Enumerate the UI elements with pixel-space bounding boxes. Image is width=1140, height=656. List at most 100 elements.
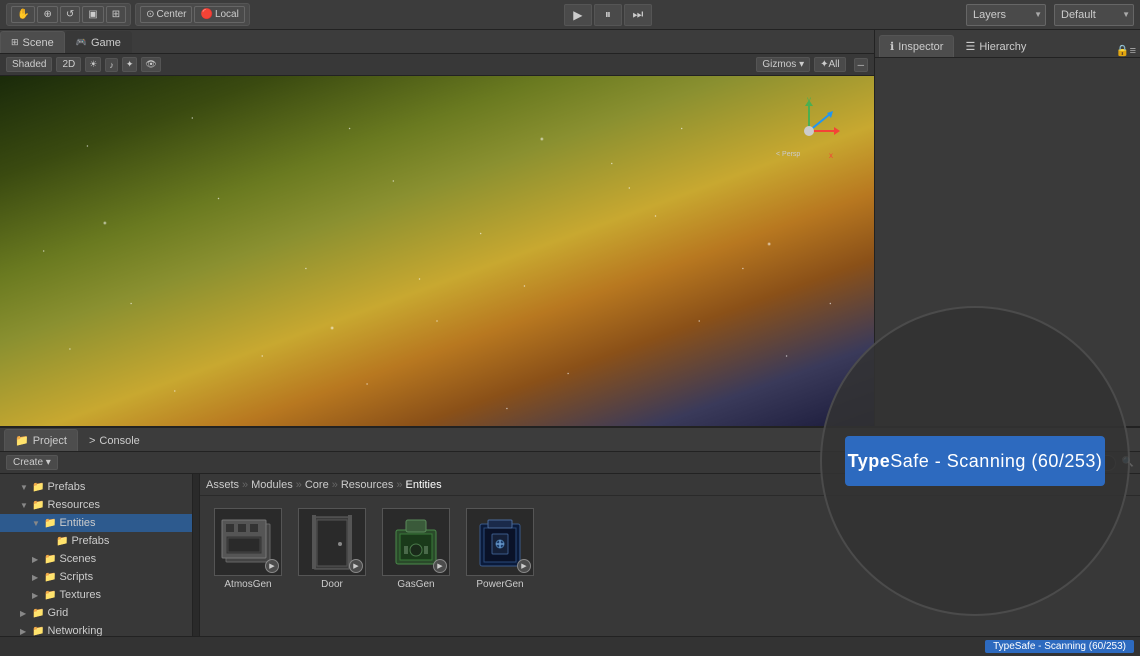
tree-item-prefabs[interactable]: ▼ 📁 Prefabs — [0, 478, 192, 496]
file-item-gasgen[interactable]: ▶ GasGen — [376, 504, 456, 599]
play-btn-door[interactable]: ▶ — [349, 559, 363, 573]
breadcrumb-assets[interactable]: Assets — [206, 479, 239, 491]
pivot-tools: ⊙ Center 🔴 Local — [135, 3, 250, 26]
file-label-door: Door — [321, 579, 343, 591]
inspector-icon: ℹ — [890, 40, 894, 53]
local-button[interactable]: 🔴 Local — [194, 6, 244, 23]
move-tool-button[interactable]: ⊕ — [37, 6, 57, 23]
play-controls: ▶ ⏸ ⏭ — [564, 4, 652, 26]
gizmos-button[interactable]: Gizmos ▾ — [756, 57, 810, 72]
panel-menu-button[interactable]: ≡ — [1130, 45, 1136, 57]
folder-icon-prefabs: 📁 — [32, 482, 44, 493]
tree-expand-scenes: ▶ — [32, 555, 44, 564]
project-tab-label: Project — [33, 435, 67, 447]
tree-expand-scripts: ▶ — [32, 573, 44, 582]
folder-icon-networking: 📁 — [32, 626, 44, 637]
game-tab[interactable]: 🎮 Game — [65, 31, 132, 53]
pause-button[interactable]: ⏸ — [594, 4, 622, 26]
hand-tool-button[interactable]: ✋ — [11, 6, 35, 23]
tree-expand-networking: ▶ — [20, 627, 32, 636]
right-tab-bar: ℹ Inspector ☰ Hierarchy 🔒 ≡ — [875, 30, 1140, 58]
folder-icon-scripts: 📁 — [44, 572, 56, 583]
tree-item-entities-prefabs[interactable]: 📁 Prefabs — [0, 532, 192, 550]
play-btn-gasgen[interactable]: ▶ — [433, 559, 447, 573]
folder-icon-entities-prefabs: 📁 — [56, 536, 68, 547]
scene-tab[interactable]: ⊞ Scene — [0, 31, 65, 53]
file-label-atmosgen: AtmosGen — [224, 579, 271, 591]
folder-icon-textures: 📁 — [44, 590, 56, 601]
folder-icon-entities: 📁 — [44, 518, 56, 529]
inspector-label: Inspector — [898, 41, 943, 53]
file-item-atmosgen[interactable]: ▶ AtmosGen — [208, 504, 288, 599]
shaded-button[interactable]: Shaded — [6, 57, 52, 72]
file-thumbnail-gasgen: ▶ — [382, 508, 450, 576]
breadcrumb-resources[interactable]: Resources — [341, 479, 394, 491]
breadcrumb-sep-2: » — [296, 479, 302, 491]
tree-scrollbar[interactable] — [193, 474, 199, 636]
tree-expand-entities: ▼ — [32, 519, 44, 528]
create-button[interactable]: Create ▾ — [6, 455, 58, 470]
inspector-tab[interactable]: ℹ Inspector — [879, 35, 954, 57]
breadcrumb-modules[interactable]: Modules — [251, 479, 293, 491]
tree-expand-grid: ▶ — [20, 609, 32, 618]
scene-tab-bar: ⊞ Scene 🎮 Game — [0, 30, 874, 54]
breadcrumb-core[interactable]: Core — [305, 479, 329, 491]
2d-button[interactable]: 2D — [56, 57, 81, 72]
scene-tab-label: Scene — [23, 37, 54, 49]
file-thumbnail-atmosgen: ▶ — [214, 508, 282, 576]
minimize-view-button[interactable]: ─ — [854, 58, 868, 72]
audio-button[interactable]: ♪ — [105, 58, 118, 72]
layers-dropdown[interactable]: Layers Everything Nothing — [966, 4, 1046, 26]
file-label-powergen: PowerGen — [476, 579, 523, 591]
folder-icon-grid: 📁 — [32, 608, 44, 619]
status-scanning-badge: TypeSafe - Scanning (60/253) — [985, 640, 1134, 653]
status-bar: TypeSafe - Scanning (60/253) — [0, 636, 1140, 656]
tree-item-scenes[interactable]: ▶ 📁 Scenes — [0, 550, 192, 568]
effects-button[interactable]: ✦ — [122, 57, 138, 72]
tree-expand-textures: ▶ — [32, 591, 44, 600]
lights-button[interactable]: ☀ — [85, 57, 101, 72]
game-tab-icon: 🎮 — [76, 37, 87, 48]
tree-item-scripts[interactable]: ▶ 📁 Scripts — [0, 568, 192, 586]
play-btn-atmosgen[interactable]: ▶ — [265, 559, 279, 573]
layers-dropdown-wrapper: Layers Everything Nothing ▼ — [966, 4, 1046, 26]
scanning-progress-bar: TypeSafe - Scanning (60/253) — [845, 436, 1105, 486]
rect-tool-button[interactable]: ▣ — [82, 6, 103, 23]
scene-viewport[interactable]: y x < Persp — [0, 76, 874, 426]
resize-tool-button[interactable]: ⊞ — [106, 6, 126, 23]
project-tab[interactable]: 📁 Project — [4, 429, 78, 451]
layout-dropdown[interactable]: Default 2 by 3 4 Split — [1054, 4, 1134, 26]
tree-item-entities[interactable]: ▼ 📁 Entities — [0, 514, 192, 532]
scanning-text: TypeSafe - Scanning (60/253) — [848, 451, 1103, 472]
layout-dropdown-wrapper: Default 2 by 3 4 Split ▼ — [1054, 4, 1134, 26]
file-item-powergen[interactable]: ▶ PowerGen — [460, 504, 540, 599]
hidden-button[interactable]: 👁 — [141, 57, 160, 72]
breadcrumb-entities: Entities — [406, 479, 442, 491]
play-button[interactable]: ▶ — [564, 4, 592, 26]
tree-item-grid[interactable]: ▶ 📁 Grid — [0, 604, 192, 622]
center-icon: ⊙ — [146, 9, 154, 20]
svg-text:< Persp: < Persp — [776, 151, 800, 158]
view-toolbar: Shaded 2D ☀ ♪ ✦ 👁 Gizmos ▾ ✦All ─ — [0, 54, 874, 76]
breadcrumb-sep-1: » — [242, 479, 248, 491]
center-button[interactable]: ⊙ Center — [140, 6, 192, 23]
file-item-door[interactable]: ▶ Door — [292, 504, 372, 599]
console-tab-icon: > — [89, 435, 95, 447]
folder-icon-scenes: 📁 — [44, 554, 56, 565]
refresh-button[interactable]: ↺ — [60, 6, 80, 23]
tree-item-networking[interactable]: ▶ 📁 Networking — [0, 622, 192, 636]
panel-lock-button[interactable]: 🔒 — [1116, 44, 1130, 57]
gizmo-widget[interactable]: y x < Persp — [774, 96, 844, 166]
step-button[interactable]: ⏭ — [624, 4, 652, 26]
all-button[interactable]: ✦All — [814, 57, 846, 72]
top-toolbar: ✋ ⊕ ↺ ▣ ⊞ ⊙ Center 🔴 Local ▶ ⏸ ⏭ Layers … — [0, 0, 1140, 30]
transform-tools: ✋ ⊕ ↺ ▣ ⊞ — [6, 3, 131, 26]
file-thumbnail-door: ▶ — [298, 508, 366, 576]
tree-item-resources[interactable]: ▼ 📁 Resources — [0, 496, 192, 514]
play-btn-powergen[interactable]: ▶ — [517, 559, 531, 573]
svg-text:y: y — [807, 96, 811, 104]
console-tab[interactable]: > Console — [78, 429, 151, 451]
hierarchy-tab[interactable]: ☰ Hierarchy — [954, 35, 1037, 57]
folder-icon-resources: 📁 — [32, 500, 44, 511]
tree-item-textures[interactable]: ▶ 📁 Textures — [0, 586, 192, 604]
